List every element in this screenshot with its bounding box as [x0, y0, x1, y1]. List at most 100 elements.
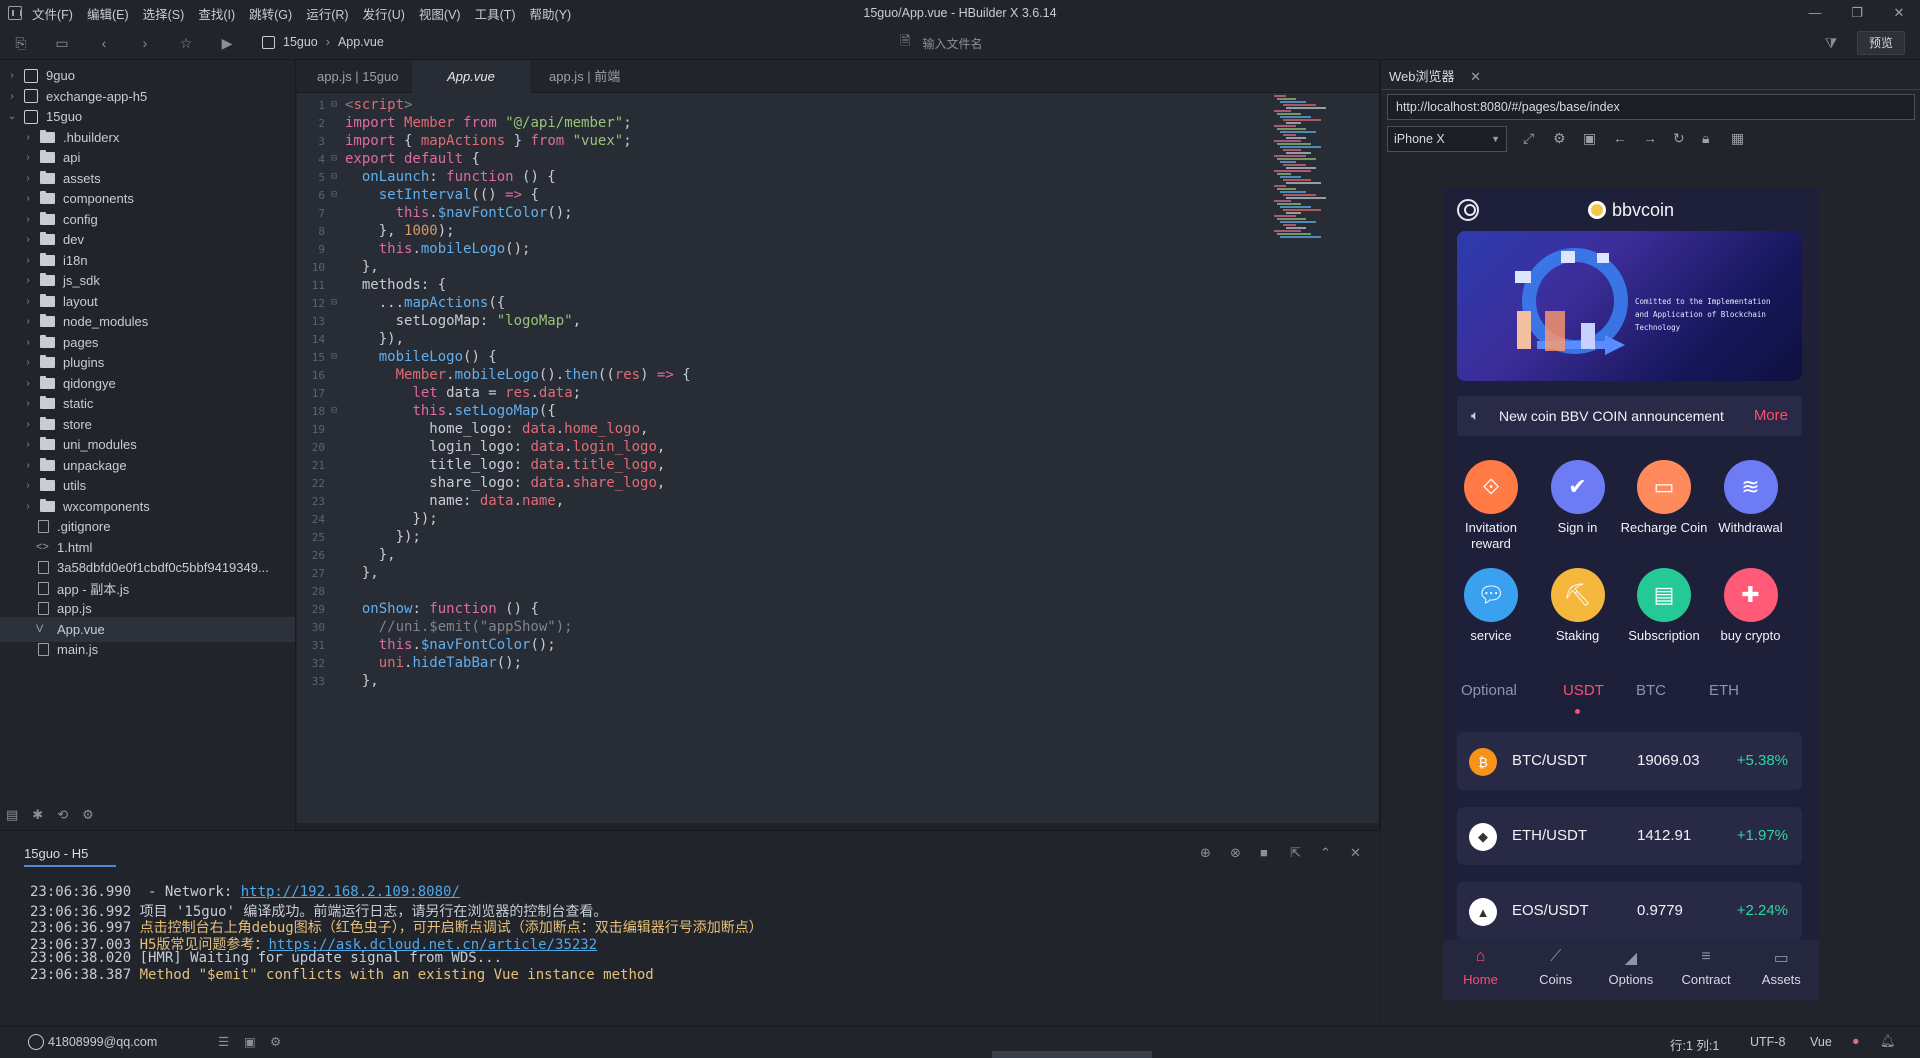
- terminal-icon[interactable]: ▣: [244, 1034, 256, 1049]
- chevron-right-icon[interactable]: ›: [22, 193, 34, 204]
- nav-item[interactable]: ◢ Options: [1593, 948, 1668, 987]
- feature-item[interactable]: ≋ Withdrawal: [1706, 460, 1796, 536]
- plugin-icon[interactable]: ⚙: [82, 807, 94, 823]
- fold-toggle-icon[interactable]: ⊟: [331, 153, 337, 164]
- menu-item-9[interactable]: 帮助(Y): [530, 4, 572, 23]
- cursor-position[interactable]: 行:1 列:1: [1670, 1035, 1719, 1054]
- feature-item[interactable]: ✔ Sign in: [1533, 460, 1623, 536]
- language-mode[interactable]: Vue: [1810, 1035, 1832, 1049]
- fold-toggle-icon[interactable]: ⊟: [331, 297, 337, 308]
- menu-item-1[interactable]: 编辑(E): [87, 4, 129, 23]
- nav-item[interactable]: ≡ Contract: [1669, 948, 1744, 987]
- new-file-icon[interactable]: ⎘: [12, 34, 30, 52]
- line-number[interactable]: 9: [297, 243, 325, 256]
- fold-toggle-icon[interactable]: ⊟: [331, 171, 337, 182]
- star-icon[interactable]: ☆: [177, 34, 195, 52]
- close-console-icon[interactable]: ✕: [1350, 845, 1361, 861]
- lock-icon[interactable]: ⊕: [1200, 845, 1211, 861]
- run-icon[interactable]: ▶: [218, 34, 236, 52]
- line-number[interactable]: 13: [297, 315, 325, 328]
- settings-icon[interactable]: ⚙: [1553, 130, 1566, 147]
- nav-item[interactable]: ▭ Assets: [1744, 948, 1819, 987]
- rotate-icon[interactable]: ⤢: [1523, 130, 1534, 147]
- back-arrow-icon[interactable]: ←: [1613, 130, 1627, 146]
- announcement-more-link[interactable]: More: [1754, 407, 1788, 424]
- feature-item[interactable]: 💬︎ service: [1446, 568, 1536, 644]
- line-number[interactable]: 32: [297, 657, 325, 670]
- line-number[interactable]: 6: [297, 189, 325, 202]
- nav-item[interactable]: ⟋ Coins: [1518, 948, 1593, 987]
- debug-icon[interactable]: ✱: [32, 807, 43, 823]
- chevron-right-icon[interactable]: ›: [22, 234, 34, 245]
- line-number[interactable]: 3: [297, 135, 325, 148]
- market-tab[interactable]: USDT: [1563, 682, 1604, 699]
- chevron-right-icon[interactable]: ›: [6, 91, 18, 102]
- debug-bug-icon[interactable]: ⊗: [1230, 845, 1241, 861]
- line-number[interactable]: 30: [297, 621, 325, 634]
- market-row[interactable]: ▲ EOS/USDT 0.9779 +2.24%: [1457, 882, 1802, 940]
- minimize-icon[interactable]: —: [1806, 4, 1824, 22]
- line-number[interactable]: 10: [297, 261, 325, 274]
- close-icon[interactable]: ✕: [1890, 4, 1908, 22]
- line-number[interactable]: 5: [297, 171, 325, 184]
- line-number[interactable]: 31: [297, 639, 325, 652]
- market-tab[interactable]: BTC: [1636, 682, 1666, 699]
- line-number[interactable]: 19: [297, 423, 325, 436]
- chevron-right-icon[interactable]: ›: [22, 337, 34, 348]
- code-editor[interactable]: 1 ⊟ <script> 2 import Member from "@/api/mem…: [297, 93, 1379, 823]
- menu-item-3[interactable]: 查找(I): [198, 4, 235, 23]
- feature-item[interactable]: ▭ Recharge Coin: [1619, 460, 1709, 536]
- chevron-right-icon[interactable]: ›: [22, 173, 34, 184]
- line-number[interactable]: 27: [297, 567, 325, 580]
- feature-item[interactable]: ⛏︎ Staking: [1533, 568, 1623, 644]
- forward-icon[interactable]: ›: [136, 34, 154, 52]
- line-number[interactable]: 4: [297, 153, 325, 166]
- notification-badge-icon[interactable]: ●: [1852, 1034, 1860, 1048]
- user-account[interactable]: 41808999@qq.com: [48, 1035, 157, 1049]
- git-icon[interactable]: ⟲: [57, 807, 68, 823]
- chevron-right-icon[interactable]: ›: [22, 501, 34, 512]
- line-number[interactable]: 28: [297, 585, 325, 598]
- plugins-icon[interactable]: ⚙: [270, 1034, 281, 1049]
- filter-icon[interactable]: ⧩: [1822, 34, 1840, 52]
- chevron-right-icon[interactable]: ›: [22, 316, 34, 327]
- editor-tab[interactable]: app.js | 前端uniapp: [529, 60, 669, 117]
- fold-toggle-icon[interactable]: ⊟: [331, 351, 337, 362]
- chevron-right-icon[interactable]: ›: [22, 296, 34, 307]
- editor-tab[interactable]: App.vue: [412, 60, 530, 93]
- line-number[interactable]: 2: [297, 117, 325, 130]
- line-number[interactable]: 22: [297, 477, 325, 490]
- line-number[interactable]: 20: [297, 441, 325, 454]
- promo-banner[interactable]: Comitted to the Implementation and Appli…: [1457, 231, 1802, 381]
- chevron-right-icon[interactable]: ›: [22, 255, 34, 266]
- chevron-right-icon[interactable]: ›: [22, 419, 34, 430]
- console-icon[interactable]: ▣: [1583, 130, 1596, 147]
- line-number[interactable]: 25: [297, 531, 325, 544]
- fold-toggle-icon[interactable]: ⊟: [331, 405, 337, 416]
- line-number[interactable]: 17: [297, 387, 325, 400]
- menu-item-0[interactable]: 文件(F): [32, 4, 73, 23]
- line-number[interactable]: 7: [297, 207, 325, 220]
- line-number[interactable]: 11: [297, 279, 325, 292]
- line-number[interactable]: 15: [297, 351, 325, 364]
- market-row[interactable]: ₿ BTC/USDT 19069.03 +5.38%: [1457, 732, 1802, 790]
- feature-item[interactable]: ⟐ Invitation reward: [1446, 460, 1536, 552]
- bell-icon[interactable]: 🔔︎: [1880, 1034, 1896, 1049]
- line-number[interactable]: 33: [297, 675, 325, 688]
- minimap[interactable]: [1270, 93, 1370, 273]
- open-external-icon[interactable]: ⇱: [1290, 845, 1301, 861]
- qrcode-icon[interactable]: ▦: [1731, 130, 1744, 147]
- fold-toggle-icon[interactable]: ⊟: [331, 99, 337, 110]
- announcement-bar[interactable]: 🔈︎ New coin BBV COIN announcement More: [1457, 396, 1802, 436]
- file-search-input[interactable]: 🗎 输入文件名: [900, 31, 1470, 55]
- reload-icon[interactable]: ↻: [1673, 130, 1685, 147]
- menu-item-8[interactable]: 工具(T): [475, 4, 516, 23]
- chevron-right-icon[interactable]: ›: [22, 152, 34, 163]
- chevron-right-icon[interactable]: ›: [22, 275, 34, 286]
- menu-item-6[interactable]: 发行(U): [363, 4, 405, 23]
- chevron-right-icon[interactable]: ›: [6, 70, 18, 81]
- chevron-right-icon[interactable]: ›: [22, 439, 34, 450]
- collapse-up-icon[interactable]: ⌃: [1320, 845, 1331, 861]
- preview-button[interactable]: 预览: [1857, 31, 1905, 55]
- chevron-right-icon[interactable]: ›: [22, 132, 34, 143]
